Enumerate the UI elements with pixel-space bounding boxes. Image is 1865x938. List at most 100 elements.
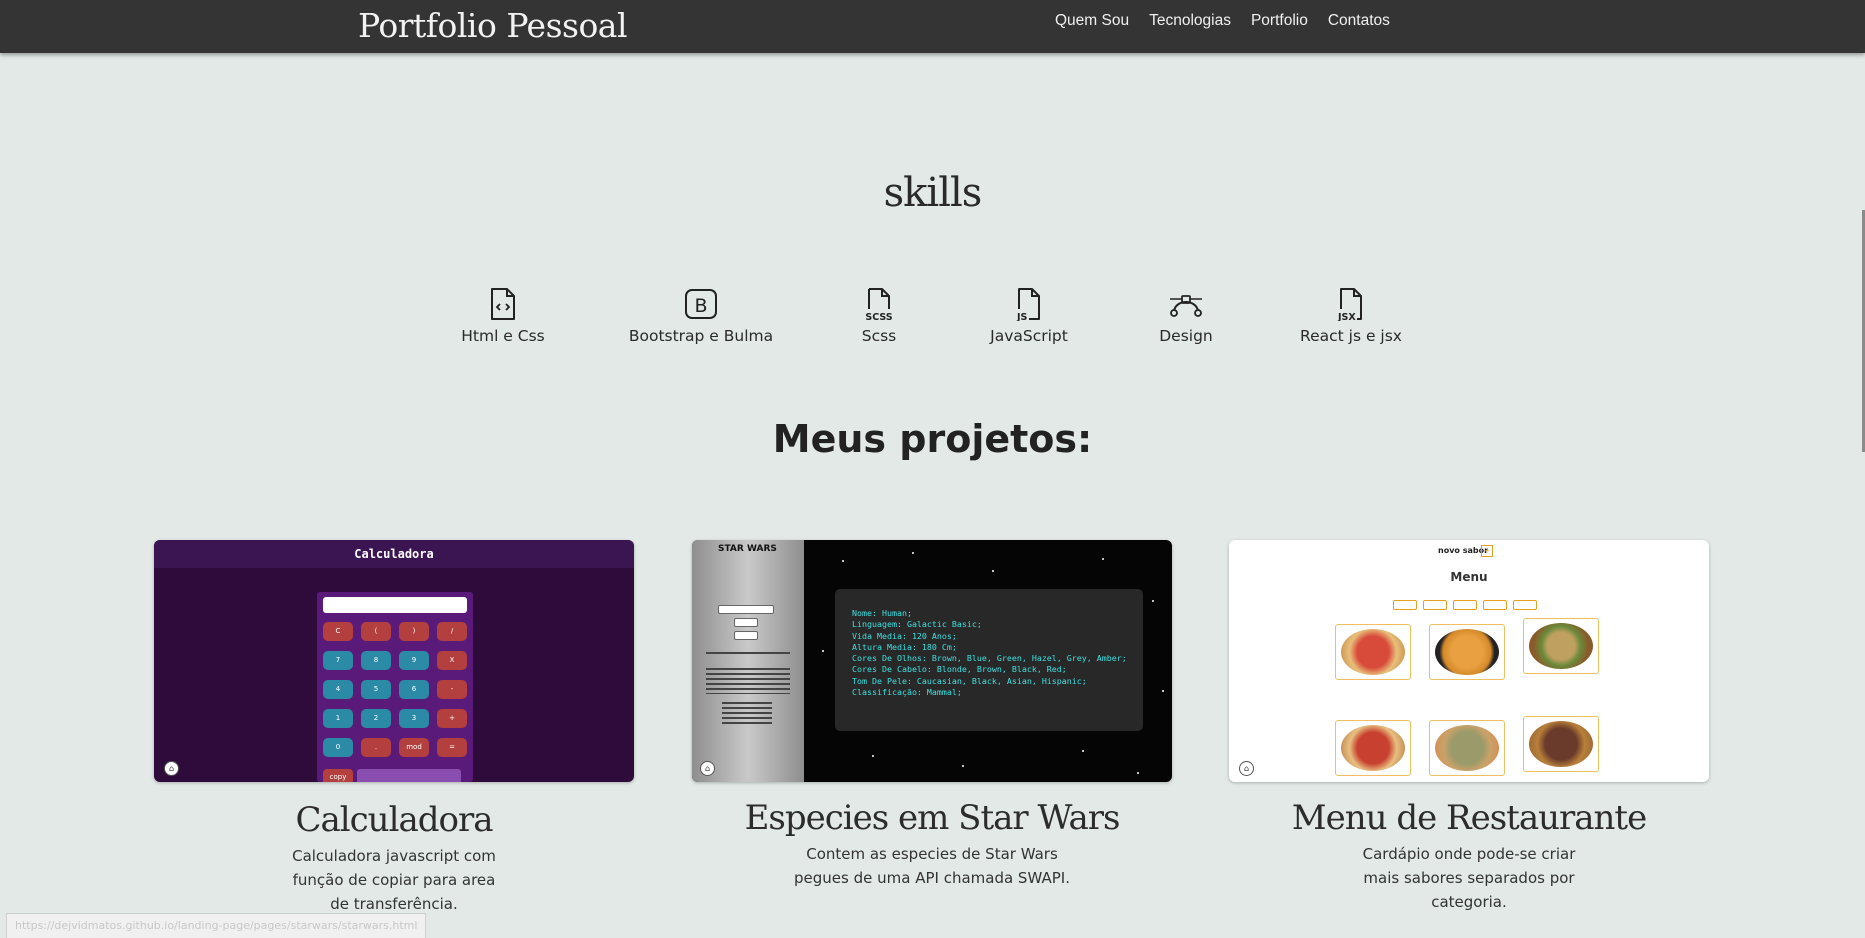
skill-bootstrap: B Bootstrap e Bulma [601, 287, 801, 345]
nav-link-tecnologias[interactable]: Tecnologias [1149, 11, 1231, 31]
svg-text:JS: JS [1016, 312, 1028, 321]
skill-label: Html e Css [461, 327, 545, 345]
calc-key: / [437, 622, 467, 641]
nav-links: Quem Sou Tecnologias Portfolio Contatos [1055, 11, 1410, 31]
nav-link-portfolio[interactable]: Portfolio [1251, 11, 1308, 31]
calc-key: 8 [361, 651, 391, 670]
project-thumbnail[interactable]: novo sabor + Menu ⌂ [1229, 540, 1709, 782]
skill-html-css: Html e Css [403, 287, 603, 345]
star [1102, 558, 1104, 560]
calc-key: 4 [323, 680, 353, 699]
calc-key: 5 [361, 680, 391, 699]
calc-copy-key: copy [323, 769, 353, 782]
star [962, 765, 964, 767]
menu-tab [1483, 600, 1507, 610]
star [1152, 600, 1154, 602]
pizza-image [1529, 623, 1593, 669]
sw-text-block [722, 702, 772, 724]
calc-key: = [437, 738, 467, 757]
skill-label: React js e jsx [1300, 327, 1402, 345]
calc-key: . [361, 738, 391, 757]
sw-sidebar: STAR WARS ⌂ [692, 540, 804, 782]
sw-logo: STAR WARS [718, 544, 777, 554]
star [1082, 750, 1084, 752]
svg-text:SCSS: SCSS [865, 312, 892, 321]
calc-key: - [437, 680, 467, 699]
pizza-image [1435, 629, 1499, 675]
star [842, 560, 844, 562]
sw-text-block [706, 668, 790, 694]
pizza-card [1523, 716, 1599, 772]
pizza-card [1335, 624, 1411, 680]
star [992, 570, 994, 572]
calc-key: 9 [399, 651, 429, 670]
thumb-header: Calculadora [154, 540, 634, 568]
calc-key: ( [361, 622, 391, 641]
menu-title: Menu [1450, 570, 1488, 584]
sw-text-line [706, 652, 790, 654]
pizza-image [1435, 725, 1499, 771]
pizza-card [1429, 720, 1505, 776]
pizza-image [1529, 721, 1593, 767]
pizza-card [1429, 624, 1505, 680]
svg-text:B: B [694, 295, 707, 317]
calc-key: 6 [399, 680, 429, 699]
star [822, 650, 824, 652]
project-title: Especies em Star Wars [744, 798, 1121, 838]
menu-tab [1423, 600, 1447, 610]
menu-tab [1513, 600, 1537, 610]
pizza-card [1335, 720, 1411, 776]
skills-heading: skills [883, 170, 983, 216]
calc-key: 1 [323, 709, 353, 728]
top-navbar: Portfolio Pessoal Quem Sou Tecnologias P… [0, 0, 1865, 53]
calc-key: + [437, 709, 467, 728]
status-bar-url: https://dejvidmatos.github.io/landing-pa… [6, 913, 427, 938]
file-jsx-icon: JSX [1337, 288, 1362, 321]
calculator-display [323, 597, 467, 613]
home-icon: ⌂ [164, 761, 179, 776]
file-code-icon [491, 288, 515, 320]
menu-tab [1393, 600, 1417, 610]
bootstrap-icon: B [685, 289, 717, 319]
star [1137, 772, 1139, 774]
nav-link-contatos[interactable]: Contatos [1328, 11, 1390, 31]
pizza-image [1341, 629, 1405, 675]
home-icon: ⌂ [700, 761, 715, 776]
calculator-body: C ( ) / 7 8 9 X 4 5 6 - 1 2 3 + 0 . mod … [317, 592, 473, 782]
calc-key: 3 [399, 709, 429, 728]
project-description: Contem as especies de Star Wars pegues d… [794, 845, 1070, 887]
home-icon: ⌂ [1239, 761, 1254, 776]
skill-label: Bootstrap e Bulma [628, 327, 774, 345]
svg-text:JSX: JSX [1337, 312, 1356, 321]
bezier-curve-icon [1170, 295, 1202, 317]
sw-button [734, 631, 758, 640]
project-description: Calculadora javascript com função de cop… [292, 847, 496, 913]
calc-key: X [437, 651, 467, 670]
menu-tab [1453, 600, 1477, 610]
calculator-keys: C ( ) / 7 8 9 X 4 5 6 - 1 2 3 + 0 . mod … [323, 622, 467, 757]
project-card-menu-restaurante: novo sabor + Menu ⌂ Menu de Restaurante … [1229, 540, 1709, 914]
star [1162, 690, 1164, 692]
project-card-calculadora: Calculadora C ( ) / 7 8 9 X 4 5 6 - 1 2 … [154, 540, 634, 916]
calc-key: mod [399, 738, 429, 757]
calc-key: ) [399, 622, 429, 641]
sw-button [734, 618, 758, 627]
file-js-icon: JS [1016, 288, 1040, 321]
star [872, 755, 874, 757]
calc-key: 7 [323, 651, 353, 670]
calc-key: 2 [361, 709, 391, 728]
projects-heading: Meus projetos: [772, 417, 1093, 461]
project-thumbnail[interactable]: STAR WARS ⌂ Nome: Human; Linguagem: Gala… [692, 540, 1172, 782]
calc-output-bar [357, 769, 461, 782]
file-scss-icon: SCSS [865, 288, 893, 321]
nav-link-quem-sou[interactable]: Quem Sou [1055, 11, 1129, 31]
sw-species-info: Nome: Human; Linguagem: Galactic Basic; … [852, 608, 1127, 698]
project-title: Calculadora [295, 800, 493, 840]
brand-link[interactable]: Portfolio Pessoal [358, 6, 628, 45]
project-title: Menu de Restaurante [1291, 798, 1647, 838]
calc-key: 0 [323, 738, 353, 757]
project-description: Cardápio onde pode-se criar mais sabores… [1362, 845, 1576, 911]
sw-select [718, 605, 774, 614]
pizza-card [1523, 618, 1599, 674]
project-thumbnail[interactable]: Calculadora C ( ) / 7 8 9 X 4 5 6 - 1 2 … [154, 540, 634, 782]
